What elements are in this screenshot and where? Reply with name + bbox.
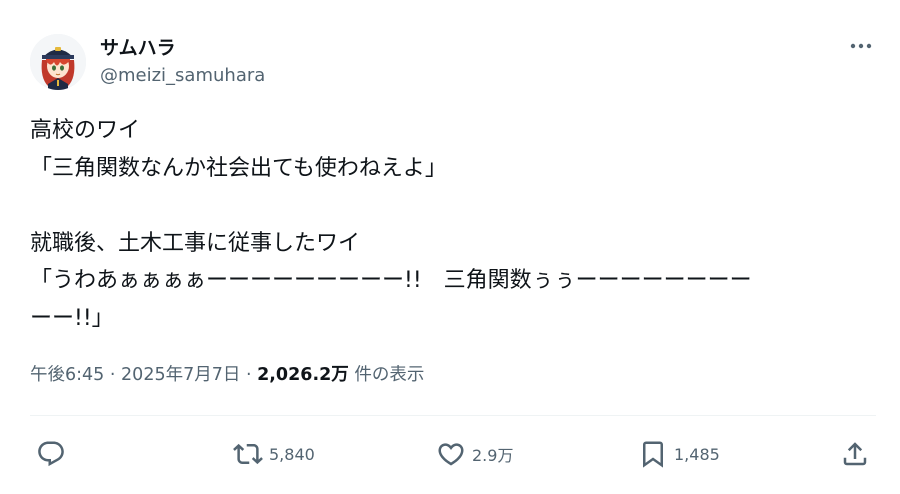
- meta-separator: ·: [109, 365, 116, 385]
- tweet-time-link[interactable]: 午後6:45 · 2025年7月7日: [30, 365, 240, 385]
- tweet-text-line: ーー!!」: [30, 305, 114, 331]
- bookmark-icon: [643, 441, 663, 468]
- bookmark-count: 1,485: [674, 444, 720, 464]
- retweet-button[interactable]: 5,840: [233, 432, 315, 476]
- avatar[interactable]: [30, 34, 86, 90]
- views-count: 2,026.2万: [257, 365, 349, 385]
- tweet-time: 午後6:45: [30, 365, 105, 385]
- tweet-date: 2025年7月7日: [121, 365, 241, 385]
- heart-icon: [438, 443, 464, 466]
- tweet-text: 高校のワイ 「三角関数なんか社会出ても使わねえよ」 就職後、土木工事に従事したワ…: [30, 112, 880, 337]
- retweet-count: 5,840: [269, 444, 315, 464]
- reply-button[interactable]: [36, 432, 66, 476]
- like-count: 2.9万: [472, 446, 514, 465]
- tweet-text-line: 高校のワイ: [30, 118, 141, 143]
- meta-separator: ·: [245, 365, 252, 385]
- views-link[interactable]: 2,026.2万 件の表示: [257, 365, 424, 385]
- tweet-card: サムハラ @meizi_samuhara 高校のワイ 「三角関数なんか社会出ても…: [0, 0, 900, 494]
- action-bar: 5,840 2.9万 1,485: [0, 432, 900, 476]
- bookmark-button[interactable]: 1,485: [638, 432, 720, 476]
- tweet-text-line: 就職後、土木工事に従事したワイ: [30, 230, 361, 256]
- more-icon: [850, 43, 872, 49]
- tweet-meta: 午後6:45 · 2025年7月7日 · 2,026.2万 件の表示: [30, 362, 424, 388]
- share-icon: [843, 442, 867, 466]
- more-options-button[interactable]: [846, 36, 876, 56]
- views-label: 件の表示: [354, 365, 425, 385]
- divider: [30, 415, 876, 416]
- tweet-header: サムハラ @meizi_samuhara: [30, 34, 265, 90]
- tweet-text-line: 「三角関数なんか社会出ても使わねえよ」: [30, 155, 447, 181]
- retweet-icon: [233, 443, 263, 465]
- author-block: サムハラ @meizi_samuhara: [100, 36, 265, 89]
- author-display-name[interactable]: サムハラ: [100, 36, 265, 60]
- tweet-text-line: [30, 187, 880, 225]
- tweet-text-line: 「うわあぁぁぁぁーーーーーーーーー!! 三角関数ぅぅーーーーーーーー: [30, 268, 752, 293]
- like-button[interactable]: 2.9万: [436, 432, 513, 476]
- share-button[interactable]: [840, 432, 870, 476]
- reply-icon: [38, 441, 64, 467]
- author-handle[interactable]: @meizi_samuhara: [100, 63, 265, 89]
